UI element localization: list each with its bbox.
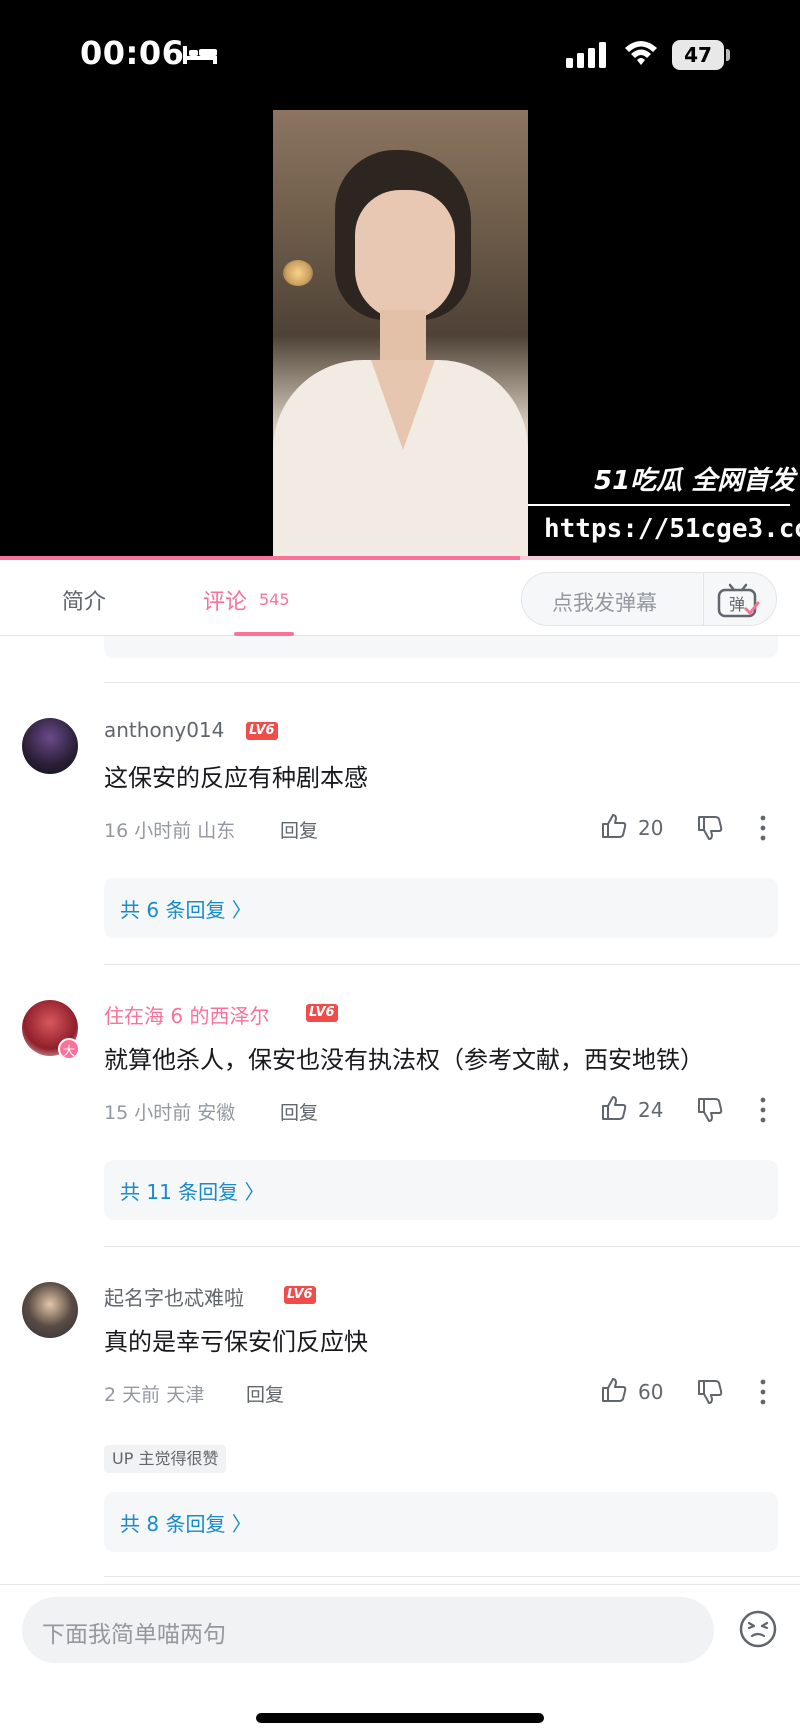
replies-count-link: 共 6 条回复 〉: [120, 898, 252, 922]
tab-bar: 简介 评论 545 点我发弹幕 弹: [0, 560, 800, 636]
status-time: 00:06: [80, 34, 185, 72]
video-collar: [371, 360, 435, 450]
comment-separator: [104, 682, 800, 683]
comment-content[interactable]: 就算他杀人，保安也没有执法权（参考文献，西安地铁）: [104, 1040, 704, 1075]
comment-input-placeholder: 下面我简单喵两句: [42, 1622, 226, 1648]
view-replies-button[interactable]: 共 11 条回复 〉: [104, 1160, 778, 1220]
comment-content[interactable]: 这保安的反应有种剧本感: [104, 758, 368, 793]
danmaku-input[interactable]: 点我发弹幕 弹: [521, 572, 777, 626]
level-badge: LV6: [246, 722, 278, 740]
comment-location: 天津: [166, 1384, 205, 1406]
comment-separator: [104, 964, 800, 965]
avatar-badge: 大: [58, 1038, 80, 1060]
avatar[interactable]: [22, 718, 78, 774]
watermark: 51吃瓜 全网首发 https://51cge3.com: [528, 460, 800, 558]
comment-meta: 16 小时前 山东: [104, 816, 235, 843]
video-player[interactable]: 00:06 47 51吃瓜 全网首发 https://51cge3.com: [0, 0, 800, 560]
up-liked-tag: UP 主觉得很赞: [104, 1445, 227, 1473]
comment-item: anthony014 LV6 这保安的反应有种剧本感 16 小时前 山东 回复 …: [0, 718, 800, 938]
comment-meta: 2 天前 天津: [104, 1380, 204, 1407]
like-count: 24: [638, 1098, 664, 1122]
emoji-icon[interactable]: [738, 1609, 778, 1649]
more-options-icon[interactable]: [756, 814, 770, 842]
cellular-signal-icon: [566, 42, 606, 68]
view-replies-button[interactable]: 共 6 条回复 〉: [104, 878, 778, 938]
comment-item: 大 住在海 6 的西泽尔 LV6 就算他杀人，保安也没有执法权（参考文献，西安地…: [0, 1000, 800, 1220]
wifi-icon: [625, 41, 657, 65]
thumbs-down-icon[interactable]: [696, 1096, 724, 1124]
home-indicator: [256, 1713, 544, 1723]
comment-time: 16 小时前: [104, 820, 192, 842]
comment-location: 山东: [197, 820, 236, 842]
comment-item: 起名字也忒难啦 LV6 真的是幸亏保安们反应快 2 天前 天津 回复 60 UP…: [0, 1282, 800, 1562]
danmaku-settings-icon[interactable]: 弹: [716, 581, 760, 619]
danmaku-divider: [703, 573, 704, 625]
level-badge: LV6: [284, 1286, 316, 1304]
danmaku-placeholder: 点我发弹幕: [552, 591, 657, 615]
status-bar: 00:06 47: [0, 0, 800, 100]
battery-level: 47: [672, 40, 724, 70]
comment-content[interactable]: 真的是幸亏保安们反应快: [104, 1322, 368, 1357]
avatar[interactable]: [22, 1282, 78, 1338]
tab-comments[interactable]: 评论: [203, 584, 247, 616]
thumbs-down-icon[interactable]: [696, 814, 724, 842]
svg-text:弹: 弹: [729, 595, 745, 614]
watermark-url: https://51cge3.com: [544, 514, 800, 544]
tab-intro[interactable]: 简介: [62, 584, 106, 616]
reply-button[interactable]: 回复: [246, 1380, 284, 1407]
comment-username[interactable]: anthony014: [104, 718, 224, 742]
video-lamp: [283, 260, 313, 286]
reply-button[interactable]: 回复: [280, 1098, 318, 1125]
sleep-focus-icon: [183, 46, 217, 64]
previous-replies-box[interactable]: [104, 636, 778, 658]
battery-indicator: 47: [672, 40, 730, 70]
comment-meta: 15 小时前 安徽: [104, 1098, 235, 1125]
watermark-line: [528, 504, 790, 506]
thumbs-down-icon[interactable]: [696, 1378, 724, 1406]
video-face: [355, 190, 455, 320]
comment-time: 2 天前: [104, 1384, 161, 1406]
bottom-comment-bar: 下面我简单喵两句: [0, 1584, 800, 1736]
thumbs-up-icon[interactable]: [600, 812, 628, 840]
thumbs-up-icon[interactable]: [600, 1094, 628, 1122]
comment-username[interactable]: 住在海 6 的西泽尔: [104, 1000, 269, 1029]
like-count: 60: [638, 1380, 664, 1404]
reply-button[interactable]: 回复: [280, 816, 318, 843]
battery-tip: [726, 49, 730, 61]
more-options-icon[interactable]: [756, 1378, 770, 1406]
comment-input[interactable]: 下面我简单喵两句: [22, 1597, 714, 1663]
more-options-icon[interactable]: [756, 1096, 770, 1124]
thumbs-up-icon[interactable]: [600, 1376, 628, 1404]
comment-username[interactable]: 起名字也忒难啦: [104, 1282, 244, 1311]
view-replies-button[interactable]: 共 8 条回复 〉: [104, 1492, 778, 1552]
comment-location: 安徽: [197, 1102, 236, 1124]
comments-count: 545: [259, 590, 290, 609]
replies-count-link: 共 11 条回复 〉: [120, 1180, 265, 1204]
comment-list[interactable]: anthony014 LV6 这保安的反应有种剧本感 16 小时前 山东 回复 …: [0, 636, 800, 1584]
comment-time: 15 小时前: [104, 1102, 192, 1124]
replies-count-link: 共 8 条回复 〉: [120, 1512, 252, 1536]
video-frame[interactable]: [273, 110, 528, 560]
watermark-title: 51吃瓜 全网首发: [594, 466, 796, 496]
comment-separator: [104, 1576, 800, 1577]
comment-separator: [104, 1246, 800, 1247]
level-badge: LV6: [306, 1004, 338, 1022]
like-count: 20: [638, 816, 664, 840]
